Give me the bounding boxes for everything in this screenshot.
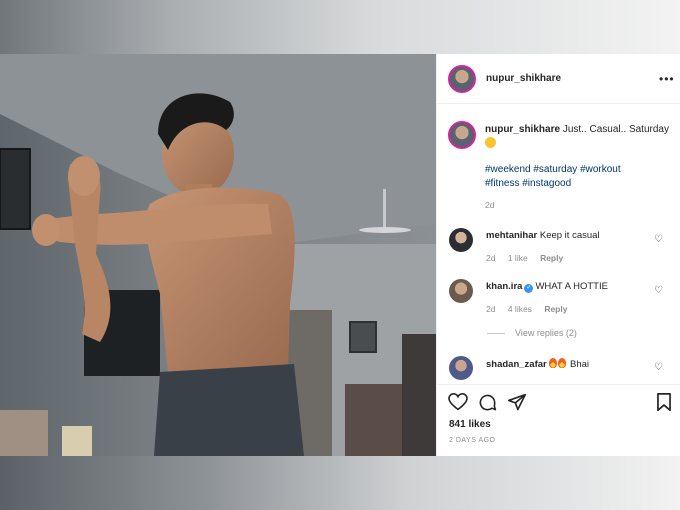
comment-username[interactable]: khan.ira — [486, 281, 522, 292]
comment-avatar[interactable] — [449, 279, 473, 303]
smile-emoji-icon — [485, 137, 496, 148]
share-send-icon[interactable] — [507, 393, 527, 412]
posted-time: 2 DAYS AGO — [449, 437, 496, 444]
verified-badge-icon: ✓ — [524, 284, 534, 293]
comment-avatar[interactable] — [449, 356, 473, 380]
background-blur-top — [0, 0, 680, 54]
comment-text: WHAT A HOTTIE — [535, 281, 608, 292]
like-heart-icon[interactable] — [448, 393, 468, 411]
view-replies-button[interactable]: View replies (2) — [487, 328, 577, 338]
background-blur-bottom — [0, 456, 680, 510]
comment-age: 2d — [486, 253, 496, 263]
reply-button[interactable]: Reply — [544, 304, 567, 314]
hashtags-line-2[interactable]: #fitness #instagood — [485, 177, 655, 191]
caption-avatar[interactable] — [448, 121, 476, 149]
caption-age: 2d — [485, 200, 495, 210]
comment-like-heart-icon[interactable]: ♡ — [654, 285, 663, 296]
comment: mehtanihar Keep it casual — [486, 230, 600, 241]
hashtags[interactable]: #weekend #saturday #workout #fitness #in… — [485, 163, 655, 191]
comment-likes[interactable]: 1 like — [508, 253, 528, 263]
comment-avatar[interactable] — [449, 228, 473, 252]
comment-age: 2d — [486, 304, 496, 314]
comment-text: Bhai — [570, 359, 590, 370]
view-replies-label: View replies (2) — [515, 328, 577, 338]
caption: nupur_shikhare Just.. Casual.. Saturday — [485, 123, 670, 151]
comment-username[interactable]: mehtanihar — [486, 230, 537, 241]
author-username[interactable]: nupur_shikhare — [486, 73, 561, 84]
comment: khan.ira ✓ WHAT A HOTTIE — [486, 281, 608, 293]
comment: shadan_zafar Bhai — [486, 358, 589, 370]
comment-bubble-icon[interactable] — [478, 393, 497, 412]
fire-emoji-icon — [549, 358, 558, 368]
author-avatar[interactable] — [448, 65, 476, 93]
comment-like-heart-icon[interactable]: ♡ — [654, 362, 663, 373]
comment-likes[interactable]: 4 likes — [508, 304, 532, 314]
caption-username[interactable]: nupur_shikhare — [485, 124, 560, 135]
comment-meta: 2d 4 likes Reply — [486, 304, 577, 314]
hashtags-line-1[interactable]: #weekend #saturday #workout — [485, 163, 655, 177]
more-options-icon[interactable]: ••• — [659, 72, 675, 86]
comment-like-heart-icon[interactable]: ♡ — [654, 234, 663, 245]
post-side-panel: nupur_shikhare ••• nupur_shikhare Just..… — [436, 54, 680, 456]
save-bookmark-icon[interactable] — [656, 393, 672, 412]
post-photo-image — [0, 54, 436, 456]
post-header: nupur_shikhare ••• — [437, 54, 680, 104]
likes-count[interactable]: 841 likes — [449, 419, 491, 430]
view-replies-line — [487, 333, 505, 335]
post-photo[interactable] — [0, 54, 436, 456]
fire-emoji-icon — [558, 358, 567, 368]
caption-text: Just.. Casual.. Saturday — [562, 124, 669, 135]
comment-meta: 2d 1 like Reply — [486, 253, 573, 263]
post-actions: 841 likes 2 DAYS AGO — [437, 384, 680, 456]
comment-text: Keep it casual — [539, 230, 600, 241]
comment-username[interactable]: shadan_zafar — [486, 359, 547, 370]
reply-button[interactable]: Reply — [540, 253, 563, 263]
